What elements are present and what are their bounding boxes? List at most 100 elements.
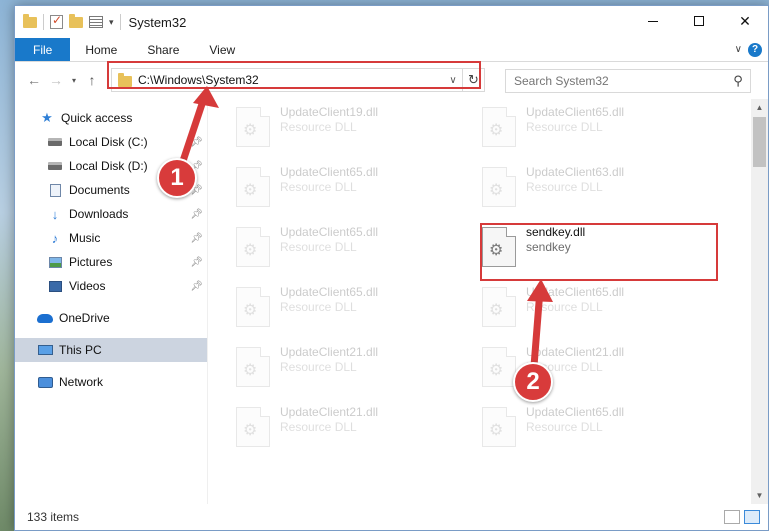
file-item[interactable]: ⚙ UpdateClient65.dll Resource DLL — [228, 285, 458, 337]
window-controls: ✕ — [630, 6, 768, 36]
status-bar: 133 items — [15, 504, 768, 530]
tab-view[interactable]: View — [194, 38, 250, 61]
vertical-scrollbar[interactable]: ▲ ▼ — [751, 99, 768, 504]
nav-item-downloads[interactable]: ↓ Downloads 📌︎ — [15, 202, 207, 226]
file-name: UpdateClient65.dll — [526, 285, 625, 299]
pin-icon[interactable]: 📌︎ — [190, 281, 203, 292]
dll-file-icon: ⚙ — [482, 347, 516, 387]
music-icon: ♪ — [51, 230, 59, 246]
forward-arrow-icon[interactable]: → — [45, 72, 67, 88]
up-arrow-icon[interactable]: ↑ — [81, 72, 103, 88]
nav-label: Network — [59, 375, 104, 389]
nav-label: OneDrive — [59, 311, 110, 325]
ribbon-tabs: File Home Share View ∨ ? — [15, 38, 768, 62]
address-dropdown-icon[interactable]: ∨ — [444, 75, 462, 86]
explorer-window: ▾ System32 ✕ File Home Share View ∨ ? ← … — [14, 5, 769, 531]
tiles-view-icon[interactable] — [744, 510, 760, 524]
search-input[interactable] — [514, 74, 726, 88]
file-item[interactable]: ⚙ UpdateClient63.dll Resource DLL — [474, 165, 704, 217]
dll-file-icon: ⚙ — [236, 107, 270, 147]
search-icon[interactable]: ⚲ — [726, 73, 750, 89]
tab-home[interactable]: Home — [70, 38, 132, 61]
file-type: Resource DLL — [526, 180, 603, 194]
nav-label: Downloads — [69, 207, 129, 221]
drive-icon — [47, 135, 63, 149]
documents-icon — [47, 183, 63, 197]
nav-item-network[interactable]: Network — [15, 370, 207, 394]
file-name: UpdateClient65.dll — [280, 285, 379, 299]
nav-label: Videos — [69, 279, 106, 293]
nav-item-music[interactable]: ♪ Music 📌︎ — [15, 226, 207, 250]
onedrive-icon — [37, 311, 53, 325]
file-item[interactable]: ⚙ UpdateClient21.dll Resource DLL — [228, 345, 458, 397]
drive-icon — [47, 159, 63, 173]
file-item[interactable]: ⚙ UpdateClient19.dll Resource DLL — [228, 105, 458, 157]
file-item[interactable]: ⚙ UpdateClient65.dll Resource DLL — [474, 405, 704, 457]
expand-ribbon-chevron-icon[interactable]: ∨ — [735, 44, 742, 55]
file-item[interactable]: ⚙ UpdateClient65.dll Resource DLL — [474, 105, 704, 157]
details-view-icon[interactable] — [724, 510, 740, 524]
file-type: Resource DLL — [280, 360, 357, 374]
recent-locations-chevron-icon[interactable]: ▾ — [67, 76, 81, 85]
dll-file-icon: ⚙ — [236, 407, 270, 447]
file-type: Resource DLL — [280, 300, 357, 314]
divider — [43, 14, 44, 30]
videos-icon — [47, 279, 63, 293]
ribbon-controls: ∨ ? — [735, 38, 762, 61]
nav-item-pictures[interactable]: Pictures 📌︎ — [15, 250, 207, 274]
nav-label: Local Disk (D:) — [69, 159, 148, 173]
nav-item-quick-access[interactable]: ★ Quick access — [15, 106, 207, 130]
dll-file-icon: ⚙ — [482, 107, 516, 147]
step-1-badge: 1 — [157, 158, 197, 198]
file-item[interactable]: ⚙ UpdateClient21.dll Resource DLL — [228, 405, 458, 457]
nav-label: Quick access — [61, 111, 133, 125]
maximize-icon — [694, 16, 704, 26]
nav-item-this-pc[interactable]: This PC — [15, 338, 207, 362]
view-toggles — [724, 510, 760, 524]
nav-label: Pictures — [69, 255, 113, 269]
help-icon[interactable]: ? — [748, 42, 762, 57]
file-item-sendkey[interactable]: ⚙ sendkey.dll sendkey — [474, 225, 704, 277]
file-item[interactable]: ⚙ UpdateClient65.dll Resource DLL — [228, 225, 458, 277]
pin-icon[interactable]: 📌︎ — [190, 233, 203, 244]
scroll-thumb[interactable] — [753, 117, 766, 167]
address-path[interactable]: C:\Windows\System32 — [138, 73, 444, 87]
nav-item-videos[interactable]: Videos 📌︎ — [15, 274, 207, 298]
nav-item-local-disk-c[interactable]: Local Disk (C:) 📌︎ — [15, 130, 207, 154]
view-options-icon[interactable] — [89, 16, 103, 28]
tab-share[interactable]: Share — [132, 38, 194, 61]
search-box[interactable]: ⚲ — [505, 69, 751, 93]
address-bar[interactable]: C:\Windows\System32 ∨ ↻ — [111, 68, 485, 92]
file-list: ⚙ UpdateClient19.dll Resource DLL ⚙ Updat… — [208, 99, 751, 504]
minimize-icon — [648, 20, 658, 22]
close-button[interactable]: ✕ — [722, 6, 768, 36]
file-item[interactable]: ⚙ UpdateClient65.dll Resource DLL — [474, 285, 704, 337]
maximize-button[interactable] — [676, 6, 722, 36]
pin-icon[interactable]: 📌︎ — [190, 209, 203, 220]
file-name: UpdateClient21.dll — [280, 345, 379, 359]
nav-item-onedrive[interactable]: OneDrive — [15, 306, 207, 330]
customize-toolbar-chevron-icon[interactable]: ▾ — [109, 17, 114, 28]
downloads-icon: ↓ — [51, 206, 59, 222]
file-name: UpdateClient63.dll — [526, 165, 625, 179]
properties-icon[interactable] — [50, 13, 63, 29]
file-item[interactable]: ⚙ UpdateClient65.dll Resource DLL — [228, 165, 458, 217]
tab-file[interactable]: File — [15, 38, 71, 61]
refresh-icon[interactable]: ↻ — [462, 69, 484, 91]
file-name: UpdateClient65.dll — [526, 405, 625, 419]
new-folder-icon[interactable] — [69, 13, 83, 28]
close-icon: ✕ — [739, 12, 751, 29]
scroll-up-icon[interactable]: ▲ — [751, 99, 768, 116]
file-item[interactable]: ⚙ UpdateClient21.dll Resource DLL — [474, 345, 704, 397]
file-name: UpdateClient65.dll — [280, 165, 379, 179]
minimize-button[interactable] — [630, 6, 676, 36]
nav-label: Local Disk (C:) — [69, 135, 148, 149]
dll-file-icon: ⚙ — [482, 227, 516, 267]
back-arrow-icon[interactable]: ← — [23, 72, 45, 88]
file-type: Resource DLL — [526, 420, 603, 434]
pin-icon[interactable]: 📌︎ — [190, 257, 203, 268]
nav-label: Music — [69, 231, 101, 245]
pin-icon[interactable]: 📌︎ — [190, 137, 203, 148]
scroll-down-icon[interactable]: ▼ — [751, 487, 768, 504]
